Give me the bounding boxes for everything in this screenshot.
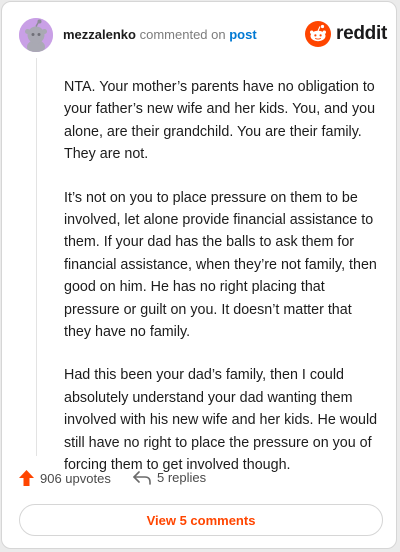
upvote-button[interactable]: 906 upvotes [19,470,111,486]
action-text: commented on [139,27,226,42]
comment-body: NTA. Your mother’s parents have no oblig… [64,76,382,498]
thread-line [36,58,37,456]
avatar[interactable] [19,18,53,52]
comment-meta: mezzalenko commented on post [63,27,257,42]
reddit-logo-icon [305,21,332,47]
view-comments-button[interactable]: View 5 comments [19,504,383,536]
post-link[interactable]: post [229,27,256,42]
replies-button[interactable]: 5 replies [133,470,206,485]
comment-footer: 906 upvotes 5 replies [19,470,379,492]
reply-count: 5 replies [157,470,207,485]
snoo-avatar-icon [19,18,53,52]
comment-paragraph: Had this been your dad’s family, then I … [64,367,378,474]
comment-paragraph: NTA. Your mother’s parents have no oblig… [64,79,376,163]
comment-paragraph: It’s not on you to place pressure on the… [64,189,377,341]
upvote-arrow-icon [19,470,34,486]
comment-header: mezzalenko commented on post reddit [19,16,387,52]
brand-logo[interactable]: reddit [305,20,387,48]
upvote-count: 906 upvotes [40,470,111,486]
username[interactable]: mezzalenko [63,27,136,42]
reply-arrow-icon [133,470,151,485]
comment-card: mezzalenko commented on post reddit NTA.… [1,1,397,549]
brand-wordmark: reddit [336,23,387,44]
